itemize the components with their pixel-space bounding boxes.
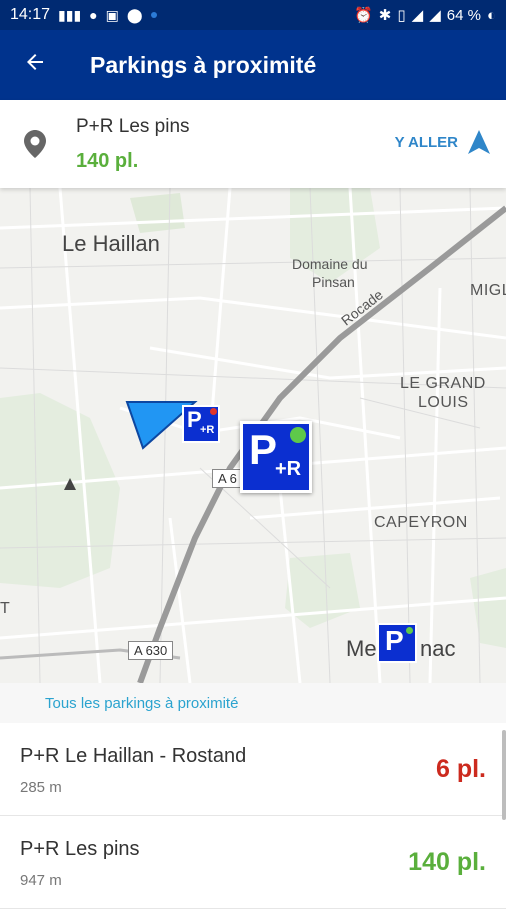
- parking-places: 6 pl.: [435, 755, 486, 783]
- map-label-pinsan: Pinsan: [312, 274, 355, 290]
- status-dot-red: [210, 408, 217, 415]
- battery-percent: 64 %: [446, 6, 481, 24]
- battery-icon: ◐: [486, 6, 496, 24]
- parking-r-icon: +R: [200, 424, 215, 436]
- parking-p-icon: P: [385, 625, 404, 656]
- location-icon: ⬤: [126, 6, 143, 23]
- list-item[interactable]: P+R Les pins 947 m 140 pl.: [0, 816, 506, 909]
- parking-list: P+R Le Haillan - Rostand 285 m 6 pl. P+R…: [0, 723, 506, 909]
- selected-parking-name: P+R Les pins: [76, 116, 190, 137]
- map-label-domaine-du: Domaine du: [292, 256, 368, 272]
- arrow-left-icon: [27, 54, 43, 70]
- status-bar: 14:17 ▮▮▮ ● ▣ ⬤ ⏰ ✱ ▯ ◢ ◢ 64 % ◐: [0, 0, 506, 30]
- page-title: Parkings à proximité: [90, 51, 317, 78]
- navigation-arrow-icon: [468, 130, 490, 154]
- app-bar: Parkings à proximité: [0, 30, 506, 100]
- status-dot-green: [290, 427, 306, 443]
- parking-distance: 947 m: [20, 872, 62, 889]
- map-label-me: Me: [346, 636, 377, 661]
- parking-distance: 285 m: [20, 779, 62, 796]
- messenger-icon: ●: [89, 7, 98, 23]
- road-sign-a6: A 6: [212, 469, 243, 488]
- parking-marker-les-pins[interactable]: P +R: [240, 421, 312, 493]
- parking-marker-merignac[interactable]: P: [377, 623, 417, 663]
- map-label-nac: nac: [420, 636, 456, 661]
- map-pin-icon: [24, 130, 46, 163]
- cell-signal-icon: ◢: [429, 7, 441, 24]
- go-there-label: Y ALLER: [394, 133, 458, 151]
- blue-dot-icon: [150, 12, 157, 18]
- road-sign-a630: A 630: [128, 641, 174, 660]
- map-label-le-haillan: Le Haillan: [62, 231, 160, 256]
- parking-marker-le-haillan[interactable]: P +R: [182, 405, 220, 443]
- map-view[interactable]: Le Haillan Domaine du Pinsan Rocade MIG L…: [0, 188, 506, 683]
- parking-name: P+R Le Haillan - Rostand: [20, 745, 247, 767]
- parking-p-icon: P: [249, 426, 278, 473]
- parking-name: P+R Les pins: [20, 838, 140, 860]
- map-label-louis: LOUIS: [418, 394, 469, 411]
- selected-parking-places: 140 pl.: [76, 150, 139, 172]
- alarm-icon: ⏰: [354, 7, 373, 24]
- go-there-button[interactable]: Y ALLER: [395, 130, 490, 154]
- scrollbar[interactable]: [502, 730, 506, 820]
- map-label-le-grand: LE GRAND: [400, 375, 486, 392]
- map-label-migl: MIGL: [470, 282, 506, 299]
- back-button[interactable]: [0, 48, 70, 82]
- status-dot-green: [406, 627, 413, 634]
- map-label-capeyron: CAPEYRON: [374, 514, 468, 531]
- parking-r-icon: +R: [275, 458, 302, 480]
- list-item[interactable]: P+R Le Haillan - Rostand 285 m 6 pl.: [0, 723, 506, 816]
- system-icons: ⏰ ✱ ▯ ◢ ◢ 64 % ◐: [354, 6, 496, 25]
- status-time: 14:17: [10, 6, 51, 23]
- signal-bars-icon: ▮▮▮: [58, 6, 82, 23]
- map-label-t: T: [0, 600, 11, 617]
- section-all-parkings: Tous les parkings à proximité: [0, 683, 506, 723]
- vibrate-icon: ▯: [397, 7, 406, 24]
- image-icon: ▣: [105, 6, 119, 23]
- notification-icons: ▮▮▮ ● ▣ ⬤: [58, 7, 157, 24]
- parking-places: 140 pl.: [408, 848, 486, 876]
- bluetooth-icon: ✱: [378, 7, 392, 24]
- selected-parking-card[interactable]: P+R Les pins 140 pl. Y ALLER: [0, 100, 506, 188]
- network-icon: ◢: [411, 7, 424, 24]
